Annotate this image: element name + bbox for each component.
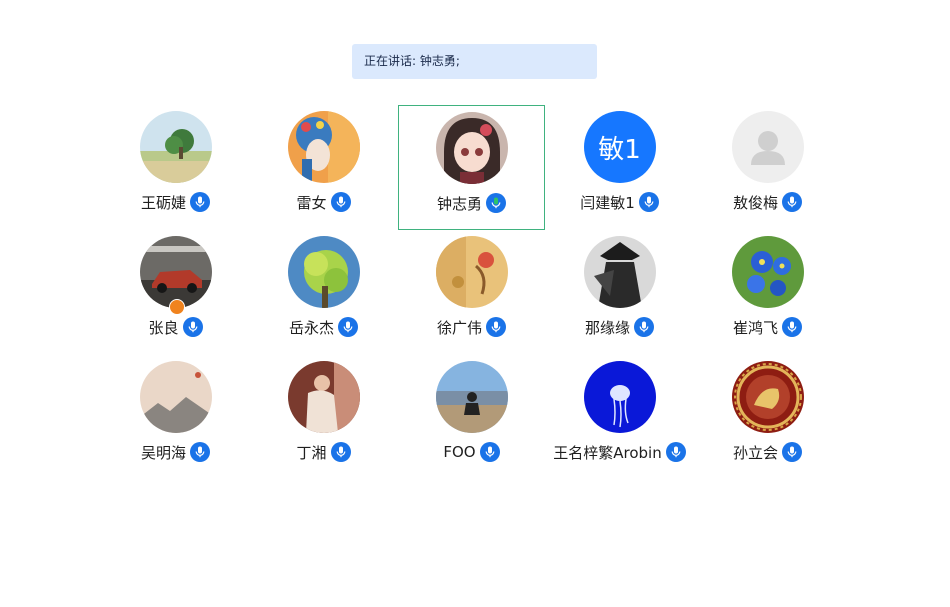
avatar bbox=[139, 111, 212, 183]
avatar bbox=[731, 361, 804, 433]
microphone-icon[interactable] bbox=[330, 192, 351, 212]
avatar bbox=[139, 361, 212, 433]
participant-tile[interactable]: 岳永杰 bbox=[250, 230, 397, 355]
avatar bbox=[287, 111, 360, 183]
avatar bbox=[435, 361, 508, 433]
microphone-icon[interactable] bbox=[486, 317, 506, 337]
participant-name: 王砺婕 bbox=[140, 193, 186, 212]
microphone-icon[interactable] bbox=[782, 442, 802, 462]
microphone-icon[interactable] bbox=[190, 192, 210, 212]
avatar bbox=[139, 236, 212, 308]
microphone-icon[interactable] bbox=[182, 317, 203, 337]
microphone-icon[interactable] bbox=[782, 192, 802, 212]
microphone-icon[interactable] bbox=[330, 442, 351, 462]
participant-name: 王名梓繁Arobin bbox=[553, 443, 662, 462]
host-badge-icon bbox=[168, 299, 185, 315]
participant-name: 吴明海 bbox=[140, 443, 186, 462]
microphone-icon[interactable] bbox=[638, 192, 659, 212]
participant-tile[interactable]: FOO bbox=[398, 355, 545, 480]
participant-tile[interactable]: 孙立会 bbox=[694, 355, 841, 480]
participant-name: 闫建敏1 bbox=[580, 193, 635, 212]
participant-tile[interactable]: 吴明海 bbox=[102, 355, 249, 480]
participant-name: 丁湘 bbox=[296, 443, 327, 462]
participant-name: 岳永杰 bbox=[288, 318, 334, 337]
participant-name: FOO bbox=[443, 443, 476, 461]
participant-grid: 王砺婕 雷女 钟志勇 敏1 闫建敏1 敖俊梅 张良 岳永杰 徐广伟 那缘缘 崔鸿… bbox=[0, 0, 950, 607]
avatar bbox=[287, 236, 360, 308]
microphone-icon[interactable] bbox=[190, 442, 210, 462]
microphone-speaking-icon[interactable] bbox=[486, 193, 506, 213]
participant-tile[interactable]: 丁湘 bbox=[250, 355, 397, 480]
microphone-icon[interactable] bbox=[665, 442, 686, 462]
avatar-initials: 敏1 bbox=[598, 134, 641, 165]
participant-name: 崔鸿飞 bbox=[732, 318, 778, 337]
avatar: 敏1 bbox=[583, 111, 656, 183]
participant-tile[interactable]: 王名梓繁Arobin bbox=[546, 355, 693, 480]
avatar bbox=[287, 361, 360, 433]
avatar bbox=[435, 236, 508, 308]
participant-tile[interactable]: 徐广伟 bbox=[398, 230, 545, 355]
participant-tile[interactable]: 张良 bbox=[102, 230, 249, 355]
microphone-icon[interactable] bbox=[338, 317, 358, 337]
avatar bbox=[435, 112, 508, 184]
participant-tile[interactable]: 那缘缘 bbox=[546, 230, 693, 355]
participant-name: 孙立会 bbox=[732, 443, 778, 462]
avatar bbox=[731, 236, 804, 308]
participant-name: 雷女 bbox=[296, 193, 327, 212]
microphone-icon[interactable] bbox=[634, 317, 654, 337]
participant-name: 钟志勇 bbox=[436, 194, 482, 213]
microphone-icon[interactable] bbox=[479, 442, 500, 462]
participant-tile[interactable]: 敏1 闫建敏1 bbox=[546, 105, 693, 230]
participant-tile-speaking[interactable]: 钟志勇 bbox=[398, 105, 545, 230]
participant-tile[interactable]: 雷女 bbox=[250, 105, 397, 230]
participant-name: 敖俊梅 bbox=[732, 193, 778, 212]
microphone-icon[interactable] bbox=[782, 317, 802, 337]
participant-name: 徐广伟 bbox=[436, 318, 482, 337]
participant-name: 那缘缘 bbox=[584, 318, 630, 337]
participant-tile[interactable]: 敖俊梅 bbox=[694, 105, 841, 230]
default-user-avatar bbox=[731, 111, 804, 183]
avatar bbox=[583, 236, 656, 308]
participant-tile[interactable]: 王砺婕 bbox=[102, 105, 249, 230]
participant-name: 张良 bbox=[148, 318, 179, 337]
participant-tile[interactable]: 崔鸿飞 bbox=[694, 230, 841, 355]
avatar bbox=[583, 361, 656, 433]
